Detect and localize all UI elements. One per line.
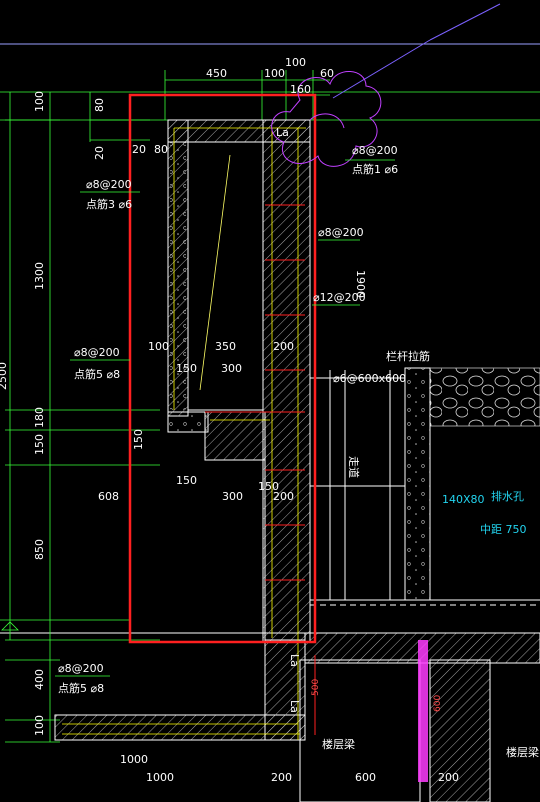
dim-inner-200: 200 [273,340,294,353]
cad-section-drawing: 450 100 100 60 160 100 80 20 1300 180 15… [0,3,540,802]
dim-left-180: 180 [33,407,46,428]
rebar-left-upper-dist: 点筋3 ⌀6 [86,197,132,211]
dim-inner-350: 350 [215,340,236,353]
dim-top-100b: 100 [285,56,306,69]
dim-inner-150v: 150 [132,429,145,450]
dim-left-850: 850 [33,539,46,560]
dim-vertical-500: 500 [311,679,321,696]
dim-top-60: 60 [320,67,334,80]
rebar-left-upper: ⌀8@200 [86,178,132,191]
drain-spacing-label: 中距 750 [480,523,527,536]
dim-left-150: 150 [33,434,46,455]
floor-beam-label-1: 楼层梁 [322,737,355,751]
rebar-left-mid-dist: 点筋5 ⌀8 [74,367,120,381]
dim-left-1300: 1300 [33,262,46,290]
dim-bottom-200b: 200 [438,771,459,784]
left-dimension-chain [1,92,160,743]
dim-inner-608: 608 [98,490,119,503]
rebar-bottom-left-dist: 点筋5 ⌀8 [58,681,104,695]
drain-size-label: 140X80 [442,493,485,506]
drain-label: 排水孔 [491,489,524,503]
la-label-1: La [276,126,289,139]
la-label-3: La [288,700,301,713]
rebar-right-mid-1: ⌀8@200 [318,226,364,239]
dim-bottom-1000a: 1000 [120,753,148,766]
dim-bottom-1000b: 1000 [146,771,174,784]
dim-left-80: 80 [93,98,106,112]
rebar-anchor: ⌀6@600x600 [333,372,406,385]
dim-left-100b: 100 [33,715,46,736]
dim-inner-150: 150 [176,362,197,375]
dim-inner-150b: 150 [176,474,197,487]
walkway-label: 走道 [347,456,361,478]
dim-inner-300: 300 [221,362,242,375]
rebar-bottom-left: ⌀8@200 [58,662,104,675]
rebar-left-mid: ⌀8@200 [74,346,120,359]
dim-left-20: 20 [93,146,106,160]
dim-bottom-200a: 200 [271,771,292,784]
dim-top-100a: 100 [264,67,285,80]
dim-inner-80: 80 [154,143,168,156]
dim-inner-20: 20 [132,143,146,156]
dim-left-2500: 2500 [0,362,9,390]
dim-inner-300b: 300 [222,490,243,503]
dim-left-400: 400 [33,669,46,690]
dim-bottom-600: 600 [355,771,376,784]
rebar-top-right-dist: 点筋1 ⌀6 [352,162,398,176]
dim-vertical-600: 600 [433,695,443,712]
rebar-right-mid-2: ⌀12@200 [313,291,366,304]
dim-top-160: 160 [290,83,311,96]
dim-top-450: 450 [206,67,227,80]
dim-inner-150c: 150 [258,480,279,493]
dim-inner-100: 100 [148,340,169,353]
rebar-top-right: ⌀8@200 [352,144,398,157]
rail-label: 栏杆拉筋 [386,349,430,363]
dim-left-100: 100 [33,91,46,112]
la-label-2: La [288,654,301,667]
floor-beam-label-2: 楼层梁 [506,745,539,759]
